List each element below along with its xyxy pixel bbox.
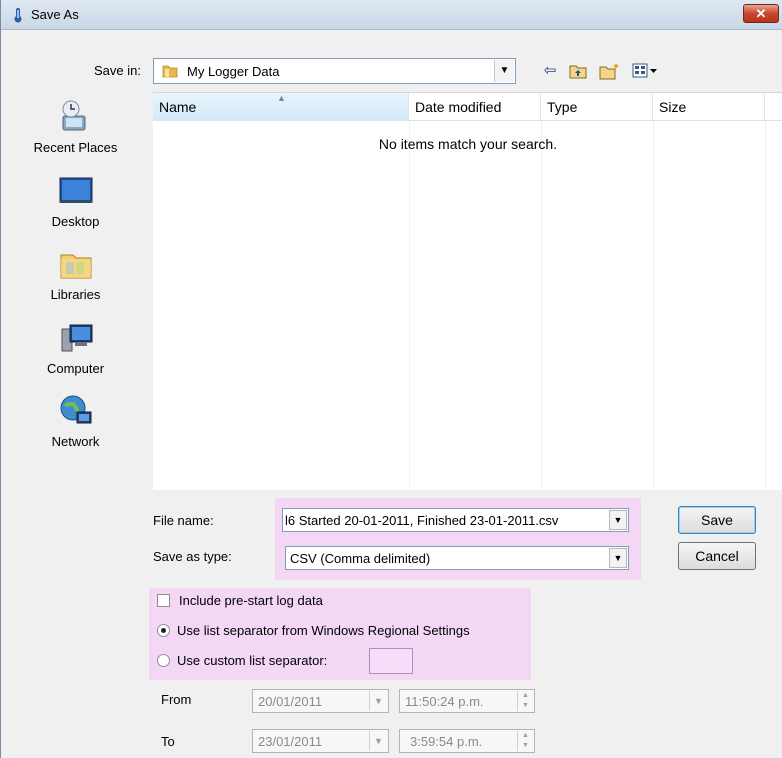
- chevron-down-icon[interactable]: ▼: [494, 60, 514, 82]
- new-folder-icon[interactable]: [598, 61, 622, 81]
- title-bar[interactable]: Save As ✕: [1, 0, 782, 30]
- save-as-type-combo[interactable]: CSV (Comma delimited) ▼: [285, 546, 629, 570]
- column-name[interactable]: Name ▲: [153, 93, 409, 121]
- place-libraries[interactable]: Libraries: [13, 245, 138, 315]
- use-custom-label: Use custom list separator:: [177, 653, 328, 668]
- include-prestart-checkbox[interactable]: [157, 594, 170, 607]
- to-time-value: 3:59:54 p.m.: [410, 734, 483, 749]
- radio-selected-dot: [161, 628, 166, 633]
- column-label: Size: [659, 99, 687, 115]
- to-date-picker[interactable]: 23/01/2011 ▼: [252, 729, 389, 753]
- places-bar: Recent Places Desktop Libraries Computer…: [1, 92, 151, 487]
- window-title: Save As: [31, 7, 79, 22]
- chevron-down-icon[interactable]: ▼: [609, 548, 627, 568]
- from-label: From: [161, 692, 192, 707]
- column-size[interactable]: Size: [653, 93, 765, 121]
- place-label: Computer: [46, 361, 105, 376]
- column-type[interactable]: Type: [541, 93, 653, 121]
- file-name-label: File name:: [153, 513, 214, 528]
- save-in-label: Save in:: [94, 63, 141, 78]
- empty-message: No items match your search.: [378, 136, 558, 152]
- column-label: Type: [547, 99, 578, 115]
- place-label: Libraries: [50, 287, 101, 302]
- column-label: Date modified: [415, 99, 502, 115]
- column-divider: [409, 121, 410, 491]
- place-recent-places[interactable]: Recent Places: [13, 98, 138, 168]
- save-as-type-value: CSV (Comma delimited): [290, 551, 431, 566]
- chevron-down-icon[interactable]: ▼: [609, 510, 627, 530]
- place-network[interactable]: Network: [13, 392, 138, 462]
- save-in-value: My Logger Data: [187, 64, 280, 79]
- views-menu-icon[interactable]: [631, 61, 661, 81]
- column-date-modified[interactable]: Date modified: [409, 93, 541, 121]
- libraries-icon: [60, 254, 91, 279]
- app-icon: [14, 8, 22, 23]
- file-name-value: l6 Started 20-01-2011, Finished 23-01-20…: [285, 513, 559, 528]
- chevron-down-icon[interactable]: ▼: [369, 691, 387, 711]
- place-label: Network: [51, 434, 100, 449]
- use-custom-radio[interactable]: [157, 654, 170, 667]
- folder-icon: [162, 65, 178, 78]
- file-name-combo[interactable]: l6 Started 20-01-2011, Finished 23-01-20…: [282, 508, 629, 532]
- save-as-type-label: Save as type:: [153, 549, 232, 564]
- cancel-button[interactable]: Cancel: [678, 542, 756, 570]
- column-divider: [541, 121, 542, 491]
- network-icon: [60, 395, 91, 424]
- use-regional-label: Use list separator from Windows Regional…: [177, 623, 470, 638]
- place-desktop[interactable]: Desktop: [13, 172, 138, 242]
- place-label: Recent Places: [33, 140, 118, 155]
- computer-icon: [61, 324, 92, 352]
- include-prestart-label: Include pre-start log data: [179, 593, 323, 608]
- from-date-picker[interactable]: 20/01/2011 ▼: [252, 689, 389, 713]
- chevron-down-icon[interactable]: ▼: [369, 731, 387, 751]
- up-folder-icon[interactable]: [567, 61, 589, 81]
- file-list[interactable]: Name ▲ Date modified Type Size No items …: [153, 92, 782, 491]
- close-button[interactable]: ✕: [743, 4, 779, 23]
- from-time-spinner[interactable]: 11:50:24 p.m. ▲ ▼: [399, 689, 535, 713]
- column-label: Name: [159, 99, 197, 115]
- spin-arrows-icon[interactable]: ▲ ▼: [517, 731, 533, 751]
- place-computer[interactable]: Computer: [13, 319, 138, 389]
- from-time-value: 11:50:24 p.m.: [405, 694, 484, 709]
- use-regional-radio[interactable]: [157, 624, 170, 637]
- to-label: To: [161, 734, 175, 749]
- save-in-combo[interactable]: My Logger Data ▼: [153, 58, 516, 84]
- spin-arrows-icon[interactable]: ▲ ▼: [517, 691, 533, 711]
- recent-places-icon: [62, 100, 85, 131]
- column-divider: [653, 121, 654, 491]
- from-date-value: 20/01/2011: [258, 694, 323, 709]
- save-as-dialog: Save As ✕ Save in: My Logger Data ▼ ⇦ Re…: [0, 0, 782, 758]
- desktop-icon: [59, 177, 92, 203]
- to-date-value: 23/01/2011: [258, 734, 323, 749]
- file-list-header: Name ▲ Date modified Type Size: [153, 93, 782, 121]
- column-divider: [765, 121, 766, 491]
- to-time-spinner[interactable]: 3:59:54 p.m. ▲ ▼: [399, 729, 535, 753]
- save-button[interactable]: Save: [678, 506, 756, 534]
- place-label: Desktop: [51, 214, 100, 229]
- back-arrow-icon[interactable]: ⇦: [539, 61, 561, 81]
- sort-ascending-icon: ▲: [277, 93, 286, 103]
- custom-separator-input[interactable]: [369, 648, 413, 674]
